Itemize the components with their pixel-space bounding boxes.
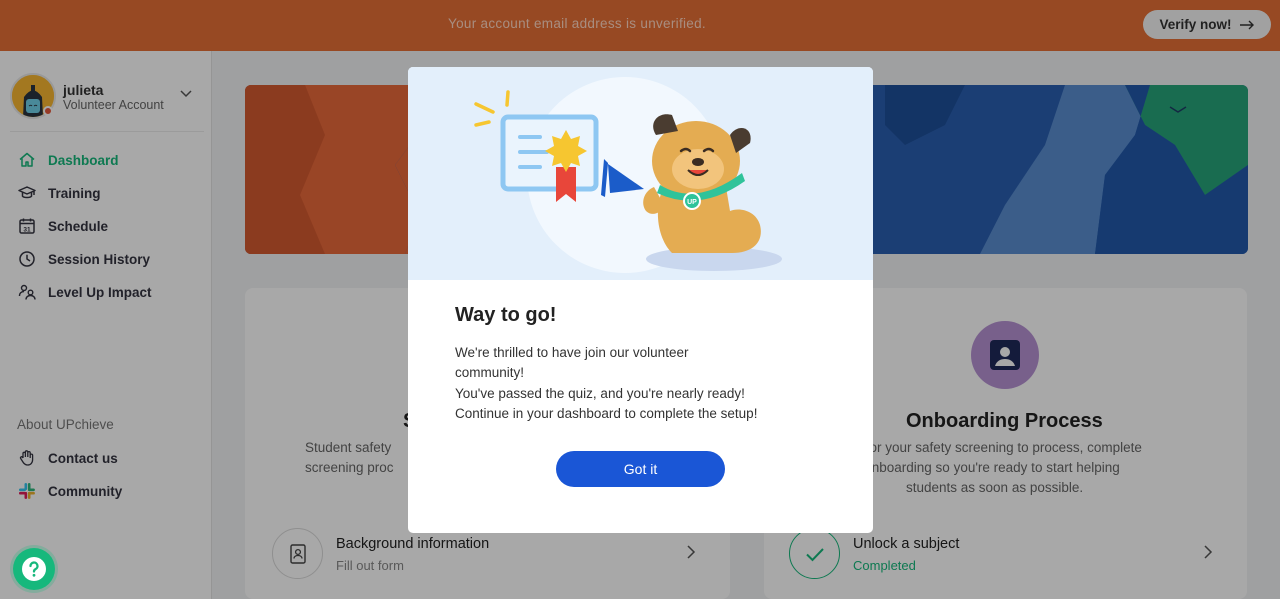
modal-message-line: community! xyxy=(455,365,525,381)
modal-message-line: You've passed the quiz, and you're nearl… xyxy=(455,385,745,401)
quiz-passed-modal: UP Way to go! We're thrilled to have joi… xyxy=(408,67,873,533)
question-icon xyxy=(22,557,46,581)
celebration-illustration: UP xyxy=(408,67,873,280)
got-it-button[interactable]: Got it xyxy=(556,451,725,487)
modal-message-line: We're thrilled to have join our voluntee… xyxy=(455,345,689,360)
help-button[interactable] xyxy=(13,548,55,590)
modal-message: We're thrilled to have join our voluntee… xyxy=(455,343,835,424)
svg-text:UP: UP xyxy=(687,199,697,206)
modal-message-line: Continue in your dashboard to complete t… xyxy=(455,405,758,421)
modal-title: Way to go! xyxy=(455,304,557,326)
